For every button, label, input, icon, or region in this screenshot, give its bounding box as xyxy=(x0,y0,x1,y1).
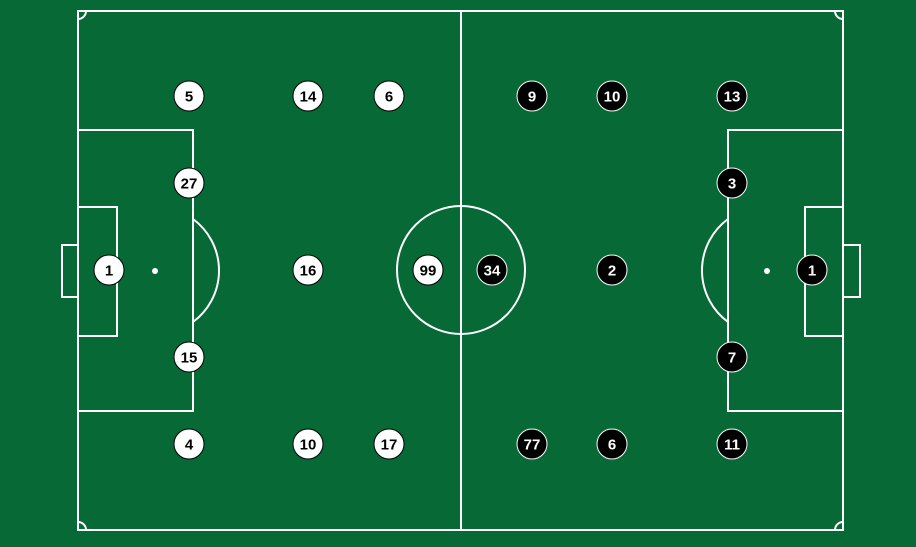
home-player-marker[interactable]: 15 xyxy=(173,341,205,373)
player-number: 10 xyxy=(300,437,317,454)
player-number: 6 xyxy=(608,437,616,454)
player-number: 27 xyxy=(181,176,198,193)
away-player-marker[interactable]: 10 xyxy=(596,80,628,112)
away-player-marker[interactable]: 13 xyxy=(716,80,748,112)
left-penalty-spot xyxy=(152,268,158,274)
player-number: 17 xyxy=(381,437,398,454)
away-player-marker[interactable]: 7 xyxy=(716,341,748,373)
player-number: 7 xyxy=(728,350,736,367)
home-player-marker[interactable]: 1 xyxy=(93,254,125,286)
away-player-marker[interactable]: 6 xyxy=(596,428,628,460)
player-number: 11 xyxy=(724,437,740,454)
home-player-marker[interactable]: 99 xyxy=(412,254,444,286)
home-player-marker[interactable]: 17 xyxy=(373,428,405,460)
away-player-marker[interactable]: 77 xyxy=(516,428,548,460)
player-number: 1 xyxy=(105,263,113,280)
home-player-marker[interactable]: 6 xyxy=(373,80,405,112)
player-number: 13 xyxy=(724,89,741,106)
player-number: 34 xyxy=(484,263,501,280)
player-number: 10 xyxy=(604,89,621,106)
player-number: 1 xyxy=(808,263,816,280)
away-player-marker[interactable]: 9 xyxy=(516,80,548,112)
away-player-marker[interactable]: 1 xyxy=(796,254,828,286)
player-number: 77 xyxy=(524,437,541,454)
player-number: 6 xyxy=(385,89,393,106)
away-player-marker[interactable]: 11 xyxy=(716,428,748,460)
player-number: 4 xyxy=(185,437,194,454)
player-number: 2 xyxy=(608,263,616,280)
home-player-marker[interactable]: 4 xyxy=(173,428,205,460)
away-player-marker[interactable]: 2 xyxy=(596,254,628,286)
soccer-pitch: 152715414161069917 9347710261337111 xyxy=(0,0,916,547)
player-number: 16 xyxy=(300,263,317,280)
player-number: 9 xyxy=(528,89,536,106)
away-player-marker[interactable]: 3 xyxy=(716,167,748,199)
home-player-marker[interactable]: 10 xyxy=(292,428,324,460)
right-penalty-spot xyxy=(764,268,770,274)
home-player-marker[interactable]: 5 xyxy=(173,80,205,112)
player-number: 14 xyxy=(300,89,317,106)
pitch-background xyxy=(0,0,916,547)
home-player-marker[interactable]: 14 xyxy=(292,80,324,112)
player-number: 15 xyxy=(181,350,198,367)
player-number: 99 xyxy=(420,263,437,280)
home-player-marker[interactable]: 27 xyxy=(173,167,205,199)
away-player-marker[interactable]: 34 xyxy=(476,254,508,286)
home-player-marker[interactable]: 16 xyxy=(292,254,324,286)
player-number: 5 xyxy=(185,89,193,106)
player-number: 3 xyxy=(728,176,736,193)
